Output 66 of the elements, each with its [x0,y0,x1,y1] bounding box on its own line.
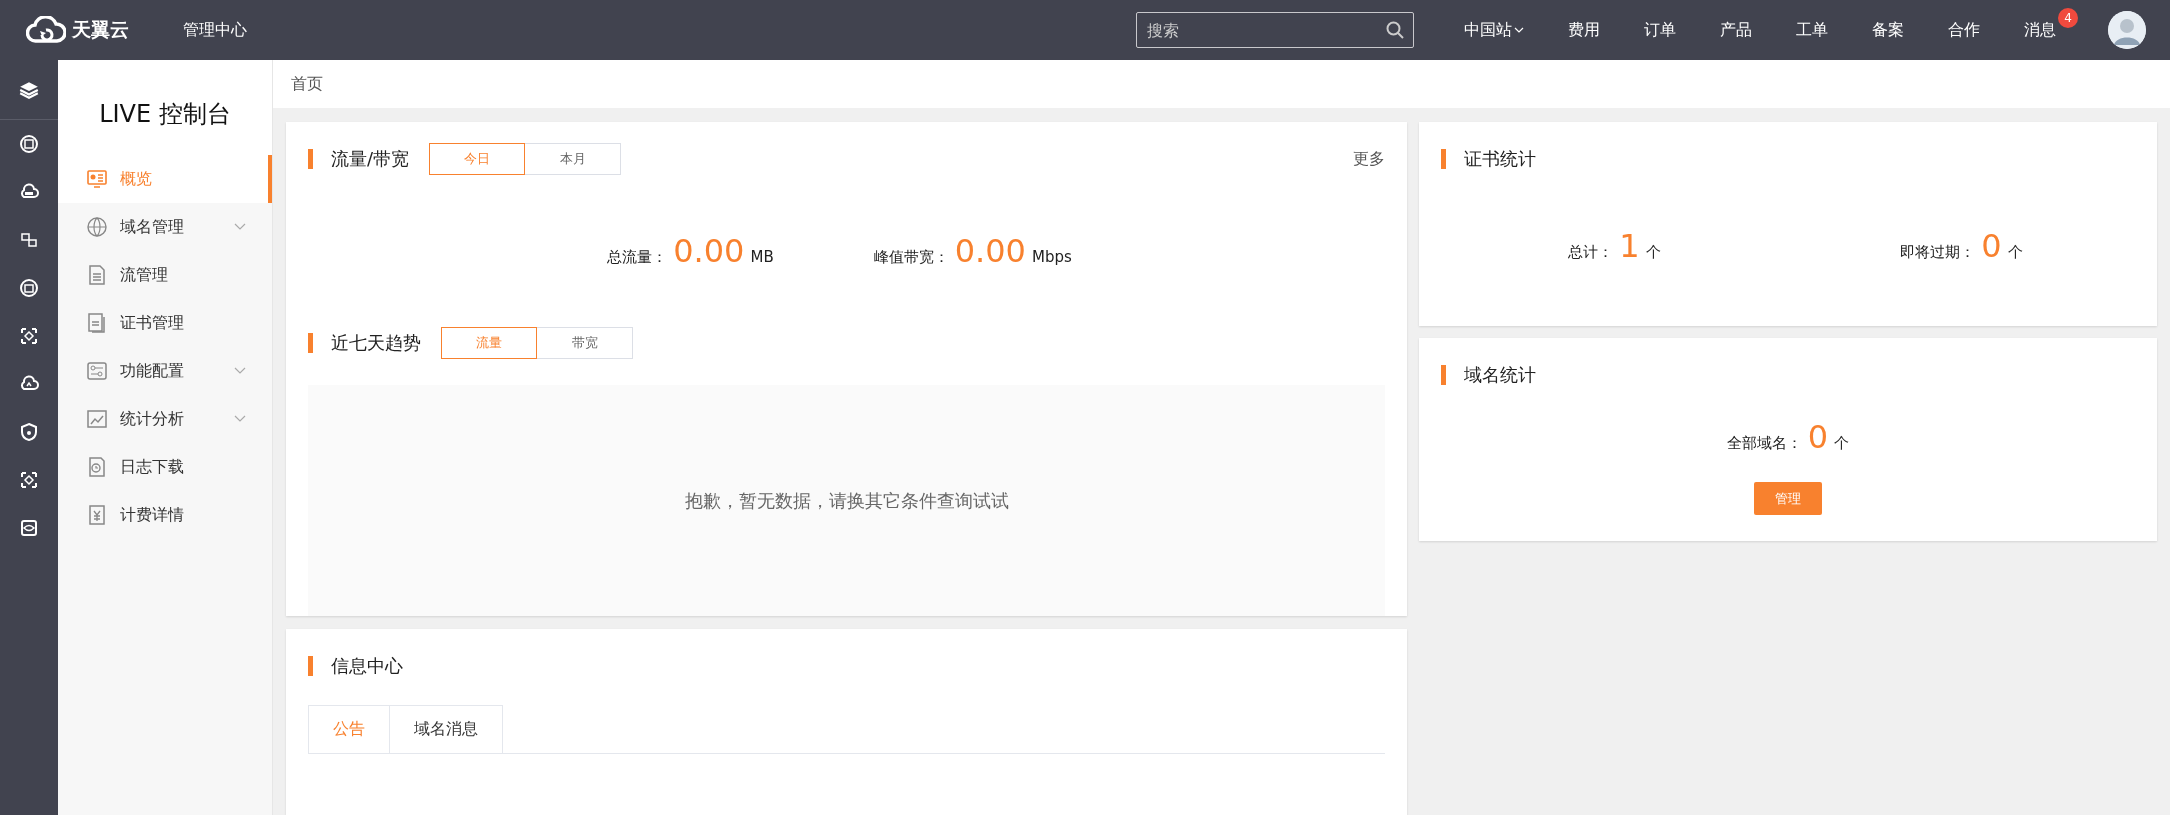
stat-value: 1 [1619,227,1640,265]
stat-value: 0.00 [673,232,745,270]
stat-value: 0.00 [954,232,1026,270]
search-icon[interactable] [1386,21,1404,39]
stat-value: 0 [1807,418,1829,456]
yuan-bill-icon [86,504,108,526]
stat-unit: 个 [1645,243,1661,262]
stat-unit: Mbps [1031,248,1072,266]
sidebar-item[interactable]: 统计分析 [58,395,272,443]
stat-label: 总流量： [607,248,668,267]
sidebar-item[interactable]: 流管理 [58,251,272,299]
sidebar-item[interactable]: 功能配置 [58,347,272,395]
sidebar-item[interactable]: 计费详情 [58,491,272,539]
empty-message: 抱歉，暂无数据，请换其它条件查询试试 [684,488,1009,513]
nav-link[interactable]: 订单 [1622,19,1698,41]
search-field[interactable]: 搜索 [1136,12,1414,48]
notification-badge: 4 [2058,7,2078,28]
card-title: 证书统计 [1464,147,1536,171]
nav-link[interactable]: 合作 [1926,19,2002,41]
card-title: 域名统计 [1464,363,1536,387]
console-title: LIVE 控制台 [58,60,272,155]
nav-link[interactable]: 费用 [1546,19,1622,41]
chevron-down-icon [1514,26,1524,34]
stat-label: 即将过期： [1900,243,1976,262]
document-icon [86,264,108,286]
certificate-icon [86,312,108,334]
segment-tab[interactable]: 带宽 [537,327,633,359]
cloud-logo-icon[interactable] [26,16,66,44]
scan-icon[interactable] [19,470,39,490]
stat-label: 总计： [1568,243,1614,262]
sidebar-item[interactable]: 域名管理 [58,203,272,251]
segment-tab[interactable]: 本月 [525,143,622,175]
nav-link[interactable]: 产品 [1698,19,1774,41]
brand-name[interactable]: 天翼云 [72,17,129,43]
stat-value: 0 [1981,227,2002,265]
card-title: 信息中心 [331,654,403,678]
info-tab[interactable]: 域名消息 [390,705,503,753]
accent-bar [1441,149,1446,169]
eye-icon[interactable] [19,518,39,538]
accent-bar [308,149,313,169]
nav-link[interactable]: 工单 [1774,19,1850,41]
chart-icon [86,408,108,430]
card-title: 近七天趋势 [331,331,421,355]
stat-unit: 个 [1834,434,1850,453]
monitor-icon [86,168,108,190]
stat-label: 全部域名： [1726,434,1802,453]
more-link[interactable]: 更多 [1353,148,1385,170]
card-title: 流量/带宽 [331,147,410,171]
stat-unit: 个 [2007,243,2023,262]
accent-bar [1441,365,1446,385]
stat-label: 峰值带宽： [873,248,949,267]
settings-panel-icon [86,360,108,382]
accent-bar [308,333,313,353]
stat-unit: MB [750,248,774,266]
console-link[interactable]: 管理中心 [183,19,247,41]
accent-bar [308,656,313,676]
window-circle-icon[interactable] [19,278,39,298]
sidebar-item[interactable]: 日志下载 [58,443,272,491]
sidebar-item[interactable]: 证书管理 [58,299,272,347]
avatar-icon[interactable] [2108,11,2146,49]
scan-icon[interactable] [19,326,39,346]
shield-icon[interactable] [19,422,39,442]
globe-icon [86,216,108,238]
nav-link[interactable]: 中国站 [1442,19,1546,41]
nav-link[interactable]: 备案 [1850,19,1926,41]
breadcrumb[interactable]: 首页 [291,73,323,95]
